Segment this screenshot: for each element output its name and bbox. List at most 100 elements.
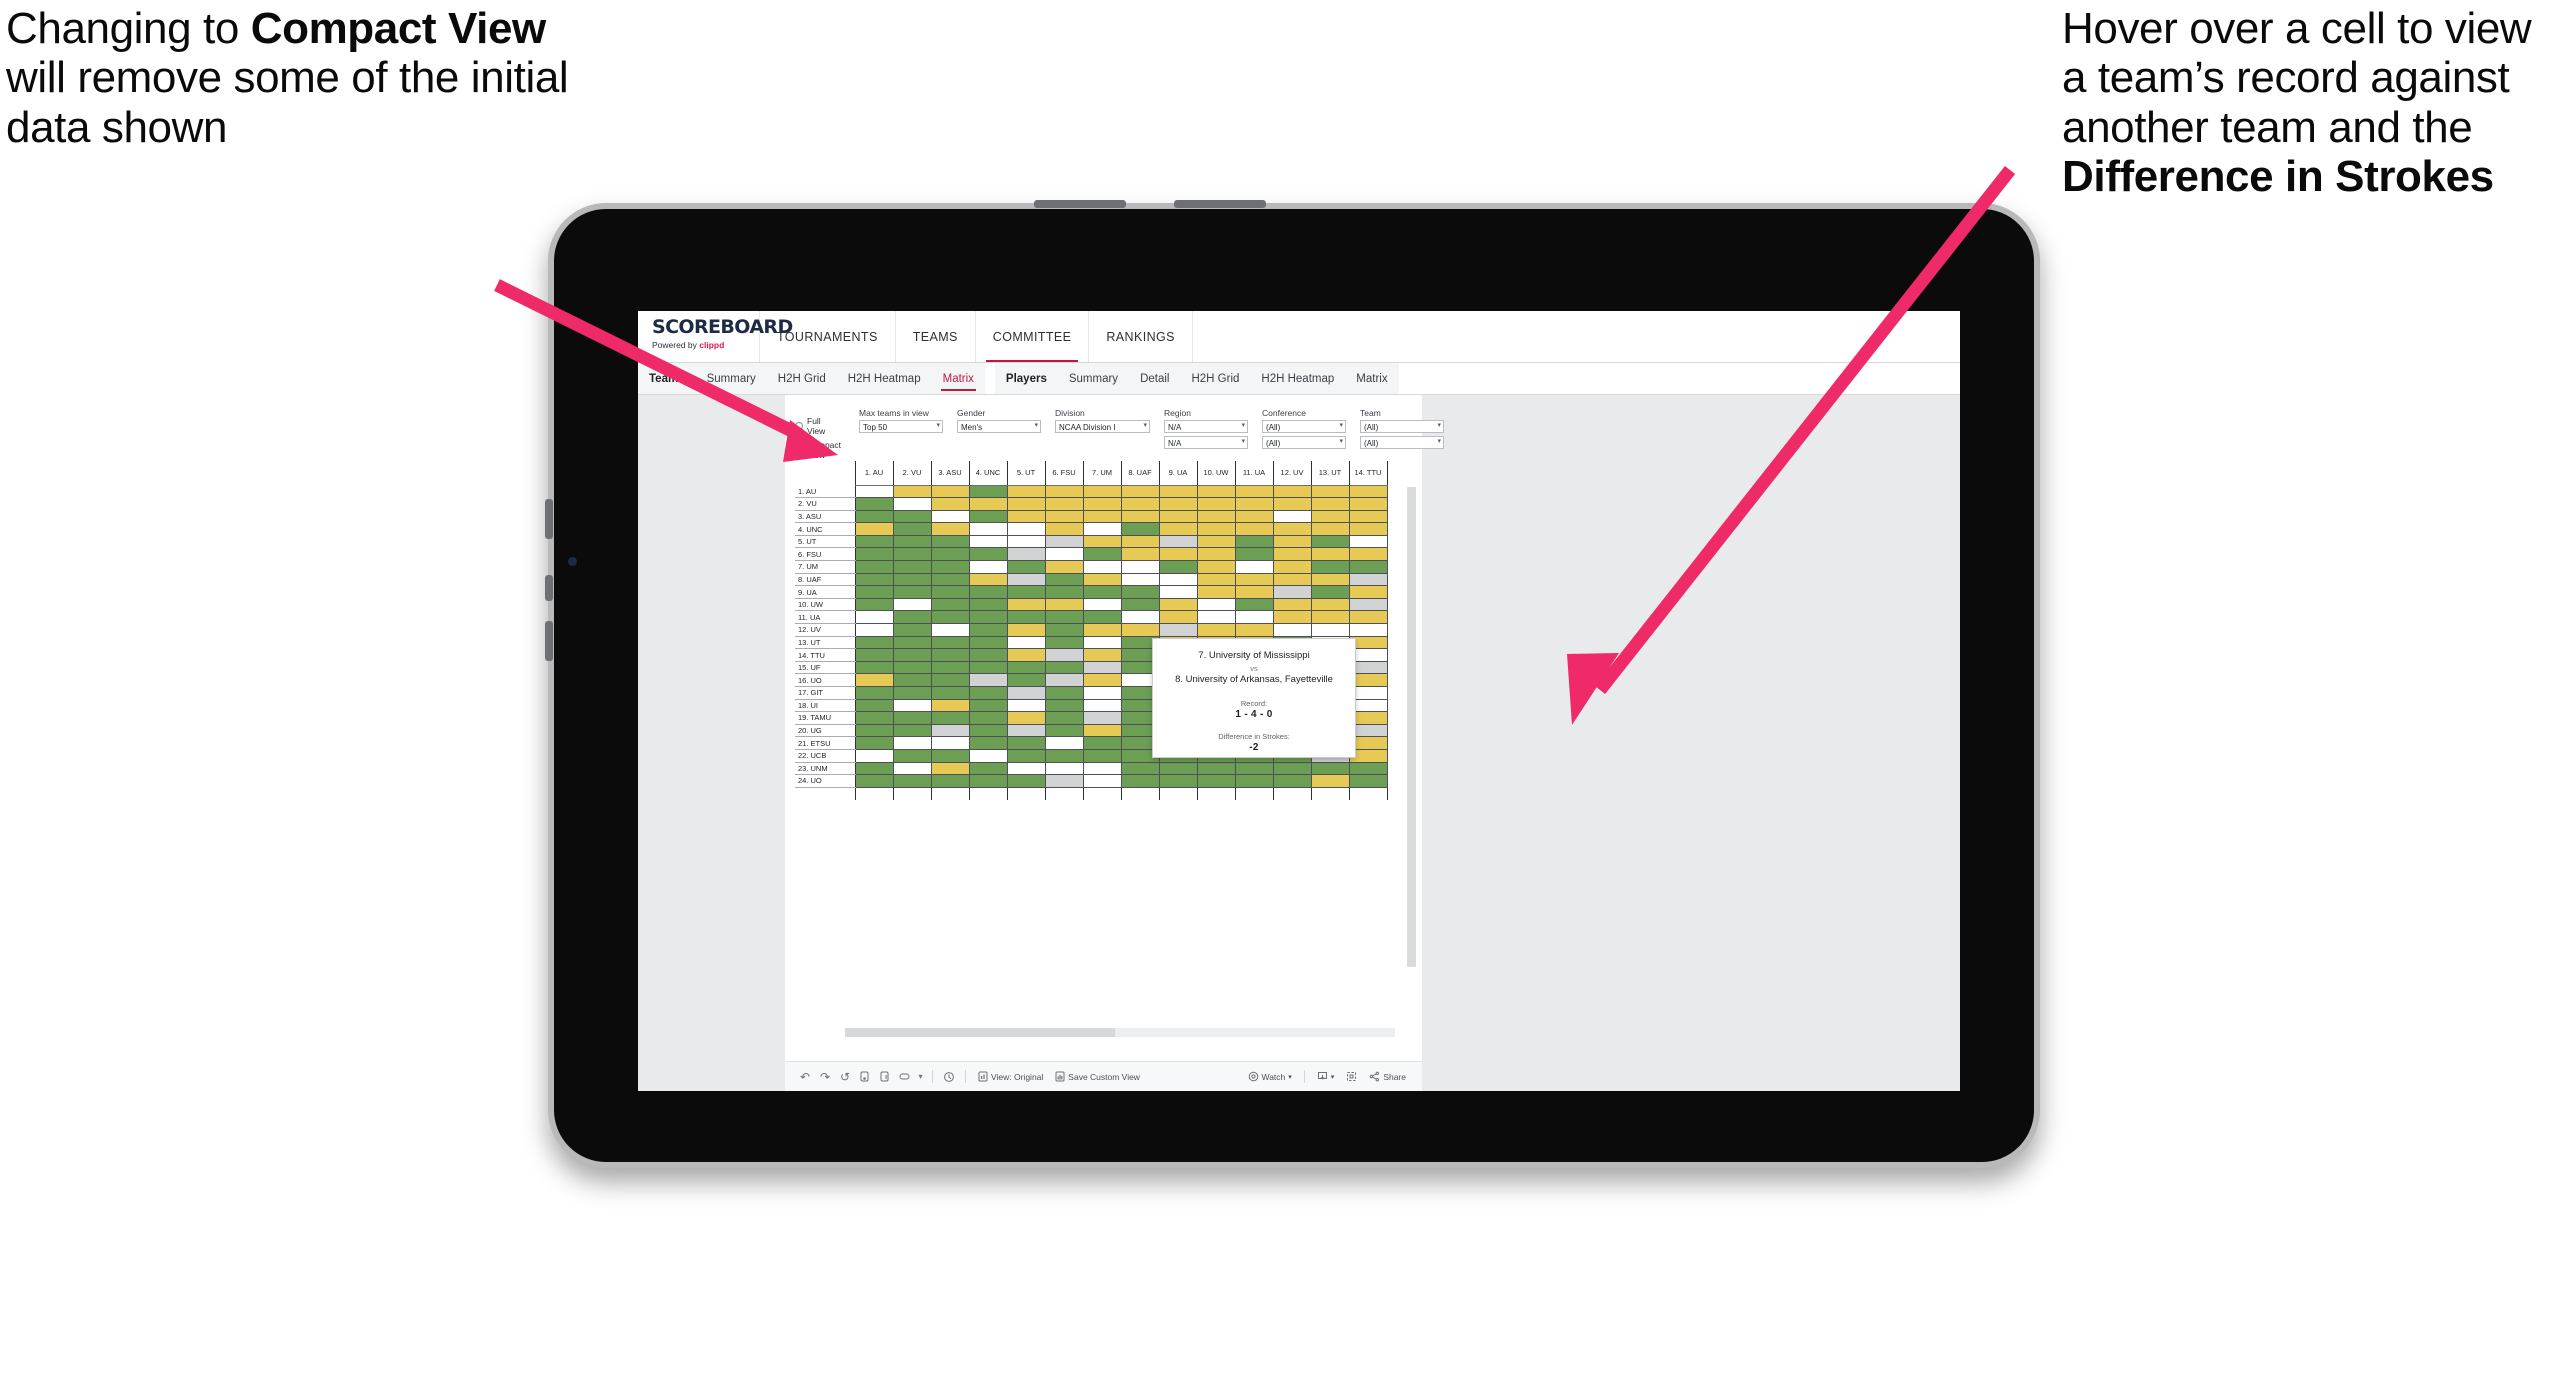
matrix-cell[interactable] — [1196, 560, 1236, 574]
matrix-cell[interactable] — [892, 748, 932, 763]
matrix-cell[interactable] — [892, 761, 932, 776]
matrix-cell[interactable] — [1006, 698, 1046, 713]
matrix-cell[interactable] — [1272, 774, 1312, 788]
matrix-cell[interactable] — [1310, 623, 1350, 637]
matrix-cell[interactable] — [1234, 497, 1274, 511]
matrix-cell[interactable] — [854, 686, 894, 700]
history-icon[interactable] — [939, 1067, 959, 1087]
matrix-cell[interactable] — [1082, 623, 1122, 637]
matrix-cell[interactable] — [1234, 623, 1274, 637]
topnav-rankings[interactable]: RANKINGS — [1089, 311, 1193, 362]
subnav-teams-h2h-heatmap[interactable]: H2H Heatmap — [837, 363, 932, 394]
matrix-cell[interactable] — [1044, 572, 1084, 587]
matrix-cell[interactable] — [854, 585, 894, 599]
matrix-cell[interactable] — [1348, 623, 1388, 637]
matrix-cell[interactable] — [1082, 635, 1122, 650]
matrix-cell[interactable] — [1082, 686, 1122, 700]
matrix-cell[interactable] — [1272, 572, 1312, 587]
matrix-cell[interactable] — [854, 572, 894, 587]
matrix-cell[interactable] — [1348, 572, 1388, 587]
matrix-cell[interactable] — [1196, 534, 1236, 549]
matrix-cell[interactable] — [968, 774, 1008, 788]
matrix-cell[interactable] — [892, 673, 932, 687]
revert-icon[interactable]: ↺ — [835, 1067, 855, 1087]
matrix-cell[interactable] — [968, 648, 1008, 662]
matrix-cell[interactable] — [1234, 560, 1274, 574]
matrix-cell[interactable] — [1234, 509, 1274, 524]
matrix-cell[interactable] — [854, 635, 894, 650]
matrix-cell[interactable] — [930, 623, 970, 637]
matrix-cell[interactable] — [1310, 560, 1350, 574]
matrix-cell[interactable] — [1120, 623, 1160, 637]
matrix-cell[interactable] — [1082, 660, 1122, 675]
matrix-cell[interactable] — [854, 560, 894, 574]
matrix-cell[interactable] — [968, 522, 1008, 536]
matrix-cell[interactable] — [1044, 534, 1084, 549]
matrix-cell[interactable] — [1044, 522, 1084, 536]
matrix-cell[interactable] — [1082, 509, 1122, 524]
matrix-cell[interactable] — [1272, 534, 1312, 549]
matrix-cell[interactable] — [892, 560, 932, 574]
matrix-cell[interactable] — [1082, 560, 1122, 574]
matrix-cell[interactable] — [1006, 711, 1046, 725]
matrix-cell[interactable] — [930, 547, 970, 562]
matrix-cell[interactable] — [1006, 610, 1046, 625]
brand-logo[interactable]: SCOREBOARD Powered by clippd — [638, 311, 793, 362]
matrix-cell[interactable] — [854, 547, 894, 562]
matrix-cell[interactable] — [968, 597, 1008, 612]
matrix-cell[interactable] — [968, 623, 1008, 637]
matrix-cell[interactable] — [854, 660, 894, 675]
matrix-cell[interactable] — [930, 774, 970, 788]
matrix-cell[interactable] — [1196, 585, 1236, 599]
matrix-cell[interactable] — [930, 698, 970, 713]
matrix-cell[interactable] — [1158, 623, 1198, 637]
matrix-cell[interactable] — [854, 484, 894, 499]
matrix-cell[interactable] — [854, 761, 894, 776]
filter-division-select[interactable]: NCAA Division I — [1055, 420, 1151, 433]
subnav-teams-h2h-grid[interactable]: H2H Grid — [767, 363, 837, 394]
view-original-button[interactable]: View: Original — [972, 1071, 1049, 1082]
matrix-cell[interactable] — [1120, 774, 1160, 788]
matrix-cell[interactable] — [1006, 484, 1046, 499]
matrix-cell[interactable] — [1082, 723, 1122, 738]
matrix-cell[interactable] — [1044, 711, 1084, 725]
matrix-cell[interactable] — [930, 660, 970, 675]
matrix-cell[interactable] — [930, 534, 970, 549]
redo-icon[interactable]: ↷ — [815, 1067, 835, 1087]
matrix-cell[interactable] — [1272, 484, 1312, 499]
matrix-cell[interactable] — [1044, 761, 1084, 776]
matrix-cell[interactable] — [1006, 585, 1046, 599]
matrix-cell[interactable] — [968, 635, 1008, 650]
matrix-cell[interactable] — [930, 635, 970, 650]
matrix-cell[interactable] — [854, 736, 894, 750]
matrix-cell[interactable] — [854, 522, 894, 536]
matrix-cell[interactable] — [1196, 572, 1236, 587]
matrix-cell[interactable] — [1006, 748, 1046, 763]
matrix-horizontal-scrollbar-track[interactable] — [845, 1028, 1395, 1037]
matrix-cell[interactable] — [1082, 698, 1122, 713]
matrix-cell[interactable] — [1006, 686, 1046, 700]
subnav-players-detail[interactable]: Detail — [1129, 363, 1180, 394]
matrix-cell[interactable] — [968, 560, 1008, 574]
matrix-cell[interactable] — [892, 698, 932, 713]
matrix-cell[interactable] — [1044, 560, 1084, 574]
matrix-cell[interactable] — [854, 673, 894, 687]
matrix-cell[interactable] — [1006, 522, 1046, 536]
matrix-cell[interactable] — [1044, 635, 1084, 650]
matrix-cell[interactable] — [1082, 522, 1122, 536]
matrix-cell[interactable] — [1196, 497, 1236, 511]
matrix-cell[interactable] — [1348, 509, 1388, 524]
matrix-cell[interactable] — [1158, 774, 1198, 788]
matrix-cell[interactable] — [1196, 522, 1236, 536]
matrix-cell[interactable] — [930, 686, 970, 700]
matrix-cell[interactable] — [1044, 748, 1084, 763]
matrix-cell[interactable] — [1310, 534, 1350, 549]
matrix-cell[interactable] — [1120, 610, 1160, 625]
subnav-teams-summary[interactable]: Summary — [696, 363, 767, 394]
matrix-cell[interactable] — [892, 648, 932, 662]
matrix-cell[interactable] — [1082, 648, 1122, 662]
matrix-horizontal-scrollbar-thumb[interactable] — [845, 1028, 1115, 1037]
matrix-cell[interactable] — [968, 698, 1008, 713]
matrix-cell[interactable] — [1044, 497, 1084, 511]
matrix-cell[interactable] — [892, 635, 932, 650]
